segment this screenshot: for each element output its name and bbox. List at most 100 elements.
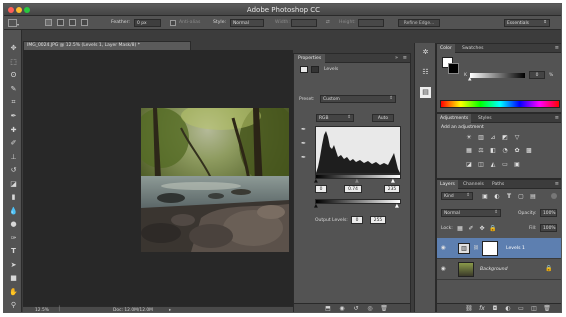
type-filter-icon[interactable]: T (505, 193, 513, 200)
lock-position-icon[interactable]: ✥ (478, 225, 486, 232)
input-highlight-field[interactable]: 235 (384, 185, 400, 193)
color-balance-icon[interactable]: ⚖ (477, 147, 485, 154)
color-panel-menu-icon[interactable]: ≡ (555, 45, 559, 51)
opacity-field[interactable]: 100% (540, 209, 557, 217)
gradient-map-icon[interactable]: ▭ (501, 161, 509, 168)
layer-style-icon[interactable]: fx (478, 305, 486, 312)
curves-icon[interactable]: ⊿ (489, 134, 497, 141)
photo-filter-icon[interactable]: ◔ (501, 147, 509, 154)
blend-mode-select[interactable]: Normal ⇕ (441, 209, 501, 217)
layer-name[interactable]: Background (480, 267, 508, 272)
color-spectrum-ramp[interactable] (440, 100, 560, 108)
gradient-tool-icon[interactable]: ▮ (9, 193, 18, 202)
pen-tool-icon[interactable]: ✑ (9, 234, 18, 243)
width-input[interactable] (291, 19, 317, 27)
smart-object-filter-icon[interactable]: ▤ (529, 193, 537, 200)
layer-mask-thumbnail[interactable] (482, 241, 498, 256)
adjustment-filter-icon[interactable]: ◐ (493, 193, 501, 200)
filter-toggle-icon[interactable] (551, 193, 557, 199)
gray-point-eyedropper-icon[interactable]: ✒ (301, 140, 306, 147)
move-tool-icon[interactable]: ✥ (9, 44, 18, 53)
height-input[interactable] (358, 19, 384, 27)
layer-name[interactable]: Levels 1 (506, 246, 525, 251)
output-low-slider[interactable]: ▲ (314, 203, 318, 209)
path-selection-tool-icon[interactable]: ➤ (9, 261, 18, 270)
toggle-visibility-icon[interactable]: ◎ (366, 305, 374, 312)
output-high-field[interactable]: 255 (370, 216, 386, 224)
input-highlight-slider[interactable]: ▲ (391, 178, 395, 184)
refine-edge-button[interactable]: Refine Edge... (398, 19, 440, 27)
adjustments-panel-menu-icon[interactable]: ≡ (555, 115, 559, 121)
lasso-tool-icon[interactable]: ʘ (9, 71, 18, 80)
lock-all-icon[interactable]: 🔒 (489, 225, 497, 232)
new-adjustment-layer-icon[interactable]: ◐ (504, 305, 512, 312)
eraser-tool-icon[interactable]: ◪ (9, 180, 18, 189)
healing-brush-tool-icon[interactable]: ✚ (9, 126, 18, 135)
zoom-level[interactable]: 12.5% (35, 308, 49, 312)
input-shadow-field[interactable]: 0 (315, 185, 327, 193)
antialias-checkbox[interactable] (170, 20, 176, 26)
style-select[interactable]: Normal (230, 19, 264, 27)
adjustments-tab[interactable]: Adjustments (437, 114, 472, 123)
workspace-select[interactable]: Essentials ⇕ (504, 19, 550, 27)
black-white-icon[interactable]: ◧ (489, 147, 497, 154)
output-high-slider[interactable]: ▲ (395, 203, 399, 209)
history-panel-icon[interactable]: ✲ (420, 47, 431, 58)
exposure-icon[interactable]: ◩ (501, 134, 509, 141)
layer-visibility-eye-icon[interactable]: ◉ (441, 245, 446, 251)
paths-tab[interactable]: Paths (489, 180, 507, 189)
preset-dropdown-arrow-icon[interactable]: ▾ (17, 22, 19, 27)
collapse-panel-icon[interactable]: » (395, 55, 398, 61)
invert-icon[interactable]: ◪ (465, 161, 473, 168)
new-selection-icon[interactable] (45, 19, 52, 26)
intersect-selection-icon[interactable] (81, 19, 88, 26)
fill-field[interactable]: 100% (540, 224, 557, 232)
k-slider-thumb[interactable]: ▲ (468, 77, 471, 82)
shape-filter-icon[interactable]: ▢ (517, 193, 525, 200)
feather-input[interactable]: 0 px (134, 19, 161, 27)
channel-mixer-icon[interactable]: ✿ (513, 147, 521, 154)
subtract-from-selection-icon[interactable] (69, 19, 76, 26)
hand-tool-icon[interactable]: ✋ (9, 288, 18, 297)
filter-kind-select[interactable]: Kind ⇕ (441, 192, 473, 200)
quick-selection-tool-icon[interactable]: ✎ (9, 85, 18, 94)
hue-saturation-icon[interactable]: ▦ (465, 147, 473, 154)
vibrance-icon[interactable]: ▽ (513, 134, 521, 141)
preset-select[interactable]: Custom ⇕ (320, 95, 396, 103)
selective-color-icon[interactable]: ▣ (513, 161, 521, 168)
swap-icon[interactable]: ⇄ (326, 20, 330, 25)
black-point-eyedropper-icon[interactable]: ✒ (301, 126, 306, 133)
threshold-icon[interactable]: ◭ (489, 161, 497, 168)
mask-link-icon[interactable]: ⛓ (473, 246, 479, 251)
reset-adjustment-icon[interactable]: ↺ (352, 305, 360, 312)
new-layer-icon[interactable]: ◫ (530, 305, 538, 312)
crop-tool-icon[interactable]: ⌗ (9, 98, 18, 107)
output-low-field[interactable]: 0 (351, 216, 363, 224)
styles-tab[interactable]: Styles (475, 114, 495, 123)
brush-tool-icon[interactable]: ✐ (9, 139, 18, 148)
delete-layer-icon[interactable]: 🗑 (543, 305, 551, 312)
input-midtone-slider[interactable]: ▲ (355, 178, 359, 184)
color-lookup-icon[interactable]: ▩ (525, 147, 533, 154)
type-tool-icon[interactable]: T (9, 247, 18, 256)
marquee-preset-icon[interactable] (8, 19, 17, 27)
delete-adjustment-icon[interactable]: 🗑 (380, 305, 388, 312)
clip-to-layer-icon[interactable]: ⬒ (324, 305, 332, 312)
link-layers-icon[interactable]: ⛓ (465, 305, 473, 312)
add-to-selection-icon[interactable] (57, 19, 64, 26)
white-point-eyedropper-icon[interactable]: ✒ (301, 154, 306, 161)
k-value-field[interactable]: 0 (529, 71, 545, 79)
history-brush-tool-icon[interactable]: ↺ (9, 166, 18, 175)
zoom-tool-icon[interactable]: ⚲ (9, 301, 18, 310)
layer-visibility-eye-icon[interactable]: ◉ (441, 266, 446, 272)
auto-button[interactable]: Auto (372, 114, 394, 122)
document-tab[interactable]: IMG_0024.JPG @ 12.5% (Levels 1, Layer Ma… (23, 41, 191, 50)
swatches-tab[interactable]: Swatches (459, 44, 487, 53)
layers-panel-menu-icon[interactable]: ≡ (555, 181, 559, 187)
clone-stamp-tool-icon[interactable]: ⊥ (9, 153, 18, 162)
input-midtone-field[interactable]: 0.74 (344, 185, 362, 193)
brightness-contrast-icon[interactable]: ☀ (465, 134, 473, 141)
levels-icon[interactable]: ▥ (477, 134, 485, 141)
channel-select[interactable]: RGB ⇕ (316, 114, 354, 122)
eyedropper-tool-icon[interactable]: ✒ (9, 112, 18, 121)
